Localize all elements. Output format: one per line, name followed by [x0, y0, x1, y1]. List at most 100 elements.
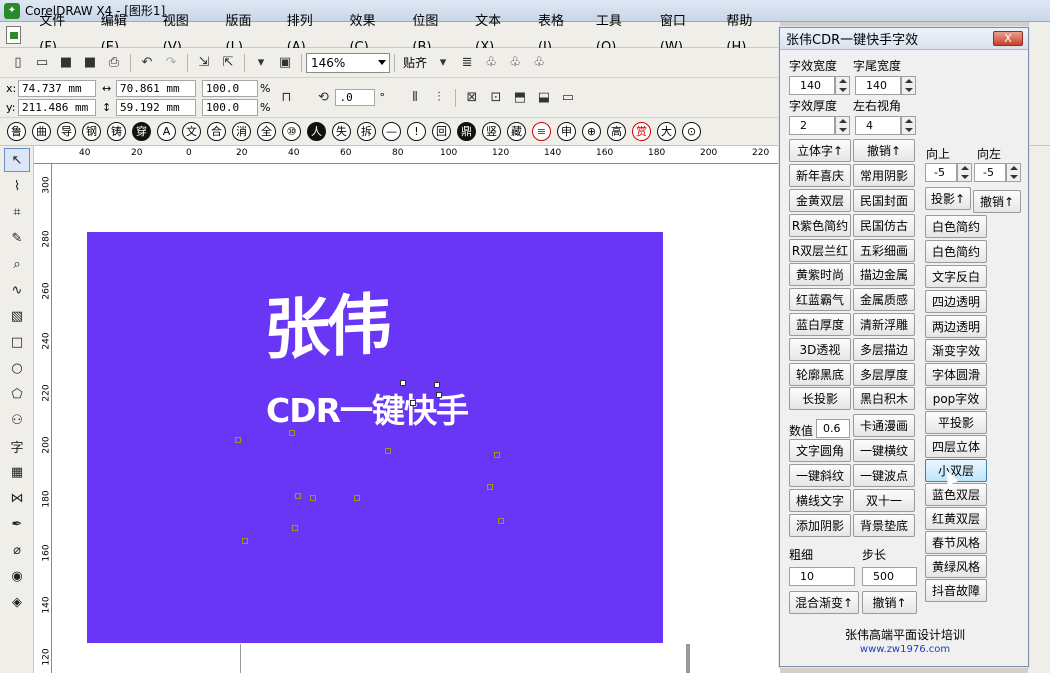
effect-button-right-12[interactable]: 红黄双层	[925, 507, 987, 530]
glyph-button-2[interactable]: 导	[57, 122, 76, 141]
save-as-icon[interactable]: ■	[81, 54, 99, 72]
pick-tool-icon[interactable]: ↖	[4, 148, 30, 172]
view-angle-spinner[interactable]	[901, 116, 916, 135]
effect-button-left-1[interactable]: 新年喜庆	[789, 164, 851, 187]
mirror-horizontal-icon[interactable]: ⫴	[406, 89, 424, 107]
blend-node[interactable]	[310, 495, 316, 501]
effect-button-right-5[interactable]: 渐变字效	[925, 339, 987, 362]
glyph-button-17[interactable]: 回	[432, 122, 451, 141]
effect-button-mid-1[interactable]: 常用阴影	[853, 164, 915, 187]
x-position-field[interactable]: 74.737 mm	[18, 79, 96, 97]
effect-button-right-8[interactable]: 平投影	[925, 411, 987, 434]
effect-button-lower-left-3[interactable]: 添加阴影	[789, 514, 851, 537]
offset-left-field[interactable]: -5	[974, 163, 1006, 182]
effect-button-right-15[interactable]: 抖音故障	[925, 579, 987, 602]
effect-button-left-3[interactable]: R紫色简约	[789, 214, 851, 237]
panel-close-button[interactable]: X	[993, 31, 1023, 46]
glyph-button-3[interactable]: 钢	[82, 122, 101, 141]
text-tool-icon[interactable]: 字	[4, 434, 30, 458]
effect-button-lower-mid-4[interactable]: 背景垫底	[853, 514, 915, 537]
save-icon[interactable]: ■	[57, 54, 75, 72]
interactive-blend-tool-icon[interactable]: ⋈	[4, 486, 30, 510]
freehand-tool-icon[interactable]: ✎	[4, 226, 30, 250]
blend-gradient-button[interactable]: 混合渐变↑	[789, 591, 859, 614]
effect-button-left-7[interactable]: 蓝白厚度	[789, 313, 851, 336]
width-field[interactable]: 70.861 mm	[116, 79, 196, 97]
effect-button-lower-mid-3[interactable]: 双十一	[853, 489, 915, 512]
zoom-level-combo[interactable]: 146%	[306, 52, 390, 73]
effect-button-mid-0[interactable]: 撤销↑	[853, 139, 915, 162]
effect-button-right-1[interactable]: 白色简约	[925, 240, 987, 263]
effect-button-lower-mid-0[interactable]: 卡通漫画	[853, 414, 915, 437]
table-tool-icon[interactable]: ▦	[4, 460, 30, 484]
effect-button-left-5[interactable]: 黄紫时尚	[789, 263, 851, 286]
blend-node[interactable]	[354, 495, 360, 501]
print-icon[interactable]: ⎙	[105, 54, 123, 72]
rotation-field[interactable]: .0	[335, 89, 376, 106]
char-width-spinner[interactable]	[835, 76, 850, 95]
tail-width-field[interactable]: 140	[855, 76, 901, 95]
glyph-button-25[interactable]: 赏	[632, 122, 651, 141]
glyph-button-26[interactable]: 大	[657, 122, 676, 141]
fill-tool-icon[interactable]: ◉	[4, 564, 30, 588]
new-document-icon[interactable]: ▯	[9, 54, 27, 72]
coarse-field[interactable]: 10	[789, 567, 855, 586]
effect-button-lower-left-2[interactable]: 横线文字	[789, 489, 851, 512]
scale-x-field[interactable]: 100.0	[202, 79, 258, 97]
eyedropper-tool-icon[interactable]: ✒	[4, 512, 30, 536]
effect-button-right-13[interactable]: 春节风格	[925, 531, 987, 554]
thickness-spinner[interactable]	[835, 116, 850, 135]
blend-node[interactable]	[295, 493, 301, 499]
smart-draw-tool-icon[interactable]: ∿	[4, 278, 30, 302]
crop-tool-icon[interactable]: ⌗	[4, 200, 30, 224]
glyph-button-1[interactable]: 曲	[32, 122, 51, 141]
effect-button-right-2[interactable]: 文字反白	[925, 265, 987, 288]
effect-button-left-10[interactable]: 长投影	[789, 387, 851, 410]
glyph-button-27[interactable]: ⊙	[682, 122, 701, 141]
options-icon[interactable]: ≣	[458, 54, 476, 72]
interactive-fill-tool-icon[interactable]: ◈	[4, 590, 30, 614]
selection-node[interactable]	[410, 400, 416, 406]
effect-button-lower-left-0[interactable]: 文字圆角	[789, 439, 851, 462]
effect-button-right-9[interactable]: 四层立体	[925, 435, 987, 458]
glyph-button-0[interactable]: 鲁	[7, 122, 26, 141]
blend-node[interactable]	[235, 437, 241, 443]
rectangle-tool-icon[interactable]: □	[4, 330, 30, 354]
shadow-button[interactable]: 投影↑	[925, 187, 971, 210]
effect-button-lower-left-1[interactable]: 一键斜纹	[789, 464, 851, 487]
effect-button-mid-8[interactable]: 多层描边	[853, 338, 915, 361]
effect-button-mid-3[interactable]: 民国仿古	[853, 214, 915, 237]
effect-button-mid-9[interactable]: 多层厚度	[853, 363, 915, 386]
outline-icon[interactable]: ▭	[559, 89, 577, 107]
blend-node[interactable]	[487, 484, 493, 490]
value-field[interactable]: 0.6	[816, 419, 850, 438]
lock-ratio-icon[interactable]: ⊓	[277, 89, 295, 107]
mirror-vertical-icon[interactable]: ⫶	[430, 89, 448, 107]
scale-y-field[interactable]: 100.0	[202, 98, 258, 116]
undo-icon[interactable]: ↶	[138, 54, 156, 72]
offset-up-spinner[interactable]	[957, 163, 972, 182]
effect-button-right-7[interactable]: pop字效	[925, 387, 987, 410]
to-front-icon[interactable]: ⬒	[511, 89, 529, 107]
selection-node[interactable]	[436, 392, 442, 398]
glyph-button-22[interactable]: 申	[557, 122, 576, 141]
effect-button-lower-mid-1[interactable]: 一键横纹	[853, 439, 915, 462]
effect-button-lower-mid-2[interactable]: 一键波点	[853, 464, 915, 487]
outline-tool-icon[interactable]: ⌀	[4, 538, 30, 562]
website-link[interactable]: www.zw1976.com	[780, 644, 1030, 655]
artwork-title-text[interactable]: 张伟	[264, 271, 388, 373]
basic-shapes-tool-icon[interactable]: ⚇	[4, 408, 30, 432]
effect-button-right-0[interactable]: 白色简约	[925, 215, 987, 238]
selection-node[interactable]	[400, 380, 406, 386]
to-back-icon[interactable]: ⬓	[535, 89, 553, 107]
macro-icon-3[interactable]: ♧	[530, 54, 548, 72]
step-field[interactable]: 500	[862, 567, 917, 586]
effect-button-left-6[interactable]: 红蓝霸气	[789, 288, 851, 311]
glyph-button-20[interactable]: 藏	[507, 122, 526, 141]
zoom-tool-icon[interactable]: ⌕	[4, 252, 30, 276]
import-icon[interactable]: ⇲	[195, 54, 213, 72]
effect-button-right-3[interactable]: 四边透明	[925, 290, 987, 313]
glyph-button-7[interactable]: 文	[182, 122, 201, 141]
view-angle-field[interactable]: 4	[855, 116, 901, 135]
glyph-button-13[interactable]: 失	[332, 122, 351, 141]
